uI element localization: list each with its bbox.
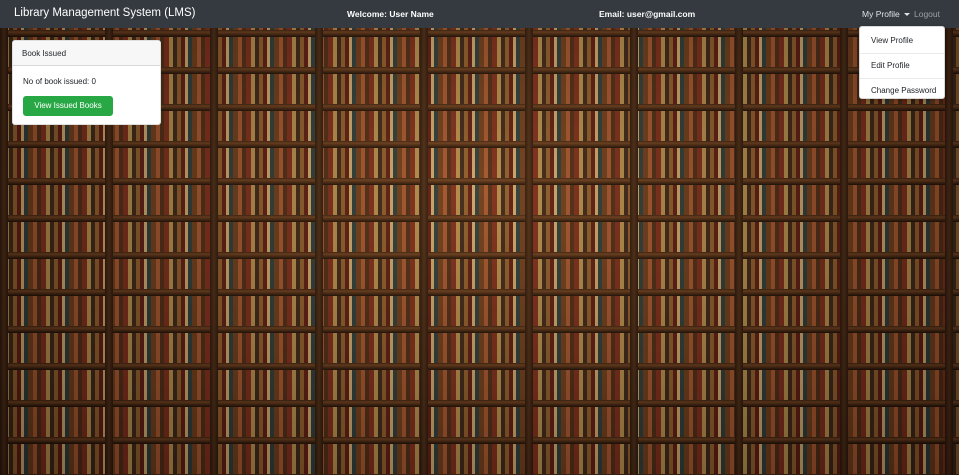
view-profile-item[interactable]: View Profile <box>860 30 944 52</box>
book-issued-card: Book Issued No of book issued: 0 View Is… <box>12 40 161 125</box>
dropdown-divider <box>860 78 944 79</box>
caret-down-icon <box>903 12 910 16</box>
top-navbar: Library Management System (LMS) Welcome:… <box>0 0 959 28</box>
logout-link[interactable]: Logout <box>914 9 940 19</box>
change-password-item[interactable]: Change Password <box>860 80 944 102</box>
dropdown-divider <box>860 53 944 54</box>
card-header: Book Issued <box>13 41 160 66</box>
profile-dropdown-menu: View Profile Edit Profile Change Passwor… <box>859 26 945 99</box>
my-profile-dropdown-toggle[interactable]: My Profile <box>862 9 910 19</box>
my-profile-label: My Profile <box>862 9 900 19</box>
email-text: Email: user@gmail.com <box>599 9 696 19</box>
welcome-text: Welcome: User Name <box>347 9 434 19</box>
view-issued-books-button[interactable]: View Issued Books <box>23 96 113 116</box>
edit-profile-item[interactable]: Edit Profile <box>860 55 944 77</box>
issued-count-text: No of book issued: 0 <box>23 77 96 86</box>
brand-title[interactable]: Library Management System (LMS) <box>14 7 196 19</box>
